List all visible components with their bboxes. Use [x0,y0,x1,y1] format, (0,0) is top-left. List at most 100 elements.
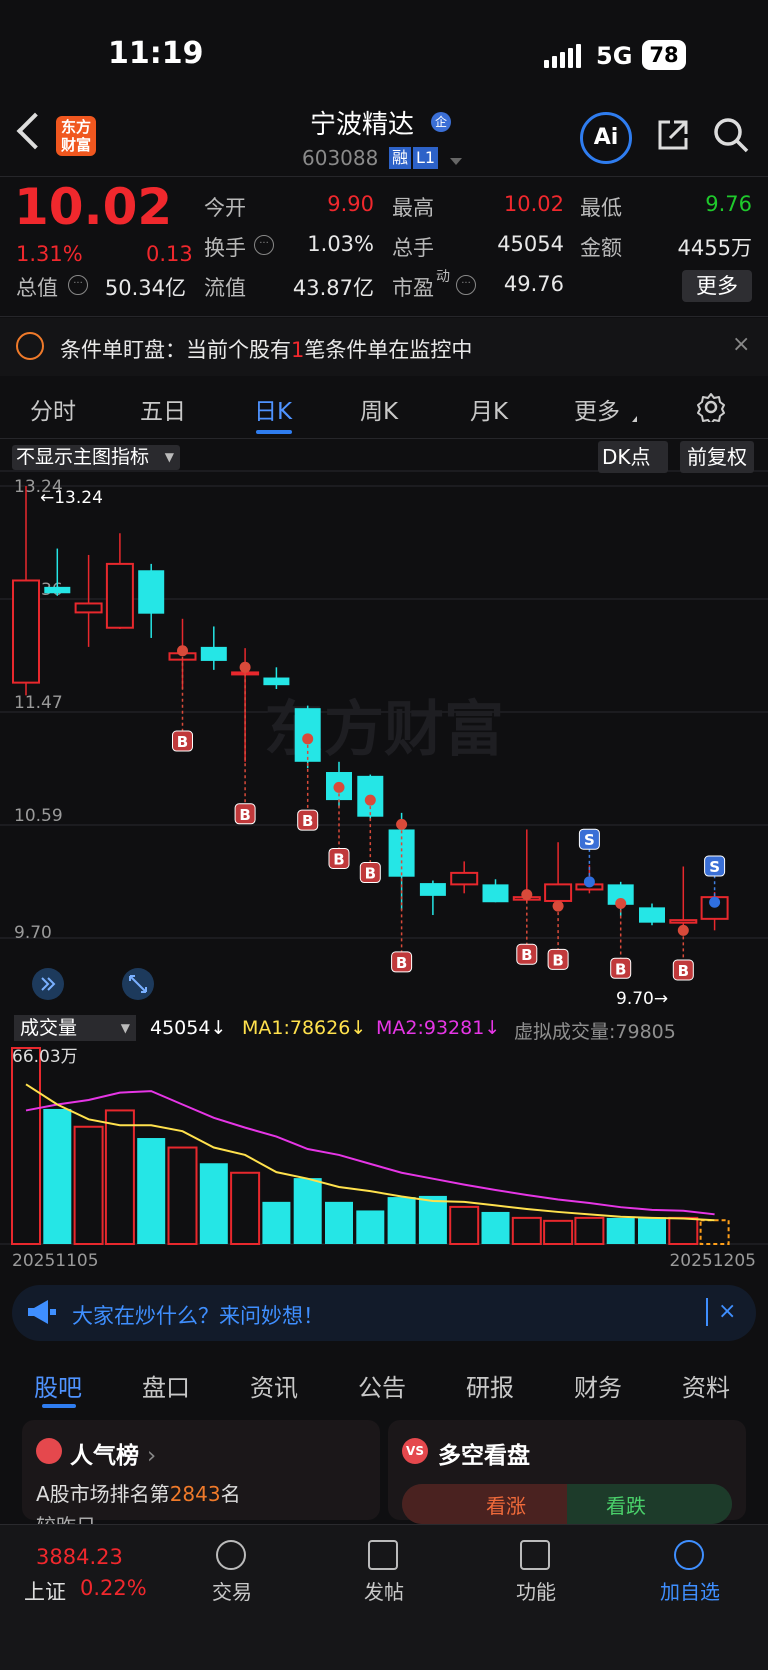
rank-sub: 较昨日 [36,1510,96,1524]
quote-value: 10.02 [503,192,564,216]
nav-item-0[interactable]: 交易 [182,1576,282,1605]
change-amount: 0.13 [146,242,193,266]
quote-label: 流值 [204,276,246,300]
volume-bar [199,1163,228,1244]
quote-value: 50.34亿 [104,276,186,300]
volume-bar [699,1219,730,1245]
volume-bar [43,1108,72,1244]
nav-item-2[interactable]: 功能 [486,1576,586,1605]
rank-icon [36,1438,62,1464]
more-button[interactable]: 更多 [682,270,752,302]
volume-bar [230,1171,261,1246]
marker-label: S [709,858,720,876]
marker-label: B [678,962,689,980]
candlestick-chart[interactable]: 13.2412.3611.4710.599.70东方财富BBBBBBBBSBBS… [0,470,768,1010]
tab-3[interactable]: 周K [360,392,398,426]
candle-body [105,562,134,629]
index-value[interactable]: 3884.23 [36,1545,123,1569]
info-icon[interactable]: ··· [254,235,274,255]
network-type: 5G [596,42,633,70]
clock-icon [16,332,44,360]
volume-bar [11,1047,41,1245]
ma1-legend: MA1:78626↓ [242,1017,367,1039]
bear-side[interactable] [567,1484,732,1524]
info-icon[interactable]: ··· [456,275,476,295]
signal-dot [521,889,533,901]
quote-value: 9.76 [705,192,752,216]
volume-bar [574,1216,605,1245]
y-tick-label: 11.47 [14,693,63,713]
volume-bar [262,1201,291,1244]
content-tab-3[interactable]: 公告 [358,1368,406,1403]
content-tab-1[interactable]: 盘口 [142,1368,190,1403]
content-tab-6[interactable]: 资料 [682,1368,730,1403]
index-name[interactable]: 上证 [24,1576,66,1606]
tab-5[interactable]: 更多 [574,392,620,426]
gear-icon[interactable] [696,392,726,422]
nav-item-3[interactable]: 加自选 [640,1576,740,1605]
content-tab-2[interactable]: 资讯 [250,1368,298,1403]
header-divider [0,176,768,177]
adjust-button[interactable]: 前复权 [680,441,754,473]
index-percent[interactable]: 0.22% [80,1576,147,1600]
share-icon[interactable] [656,118,690,152]
candle-body [263,677,290,686]
close-icon[interactable]: × [732,332,750,357]
content-tab-5[interactable]: 财务 [574,1368,622,1403]
tab-2[interactable]: 日K [254,392,292,426]
chevron-down-icon[interactable] [450,158,462,165]
app-logo: 东方 财富 [56,116,96,156]
volume-bar [73,1125,104,1245]
ask-text: 大家在炒什么？来问妙想！ [72,1304,324,1328]
vs-icon: VS [402,1438,428,1464]
dk-label: DK点 [602,445,651,469]
candle-body [669,919,698,924]
quote-value: 49.76 [503,272,564,296]
volume-selector-label: 成交量 [20,1017,78,1039]
main-indicator-select[interactable]: 不显示主图指标 ▼ [12,445,180,470]
candle-body [450,871,479,886]
nav-item-1[interactable]: 发帖 [334,1576,434,1605]
volume-value: 45054↓ [150,1017,227,1039]
app-logo-text: 东方 财富 [60,118,91,154]
tab-underline [256,430,292,434]
quote-value: 9.90 [327,192,374,216]
virtual-volume: 虚拟成交量:79805 [514,1021,676,1043]
signal-icon [544,44,584,68]
min-price-label: 9.70→ [616,989,668,1009]
tab-1[interactable]: 五日 [140,392,186,426]
candle-body [544,883,573,902]
volume-max-label: 66.03万 [12,1047,78,1067]
marker-label: B [333,850,344,868]
dk-point-button[interactable]: DK点 [598,441,668,473]
pe-superscript: 动 [436,269,450,285]
signal-dot [709,896,721,908]
volume-chart[interactable]: 66.03万 20251105 20251205 [0,1044,768,1274]
signal-dot [302,733,314,745]
bull-side[interactable] [402,1484,567,1524]
close-icon[interactable]: × [718,1299,736,1324]
marker-label: B [365,865,376,883]
volume-indicator-select[interactable]: 成交量 ▼ [14,1015,136,1041]
quote-value: 43.87亿 [292,276,374,300]
rank-text: A股市场排名第2843名 [36,1478,241,1507]
tab-4[interactable]: 月K [470,392,508,426]
back-button[interactable] [16,112,54,150]
quote-label: 今开 [204,196,246,220]
search-icon[interactable] [712,116,750,154]
content-tab-0[interactable]: 股吧 [34,1368,82,1403]
ai-assistant-button[interactable]: Ai [580,112,632,164]
ma2-label: MA2:93281 [376,1017,485,1039]
candle-body [419,883,446,896]
bull-bear-vote[interactable]: 看涨 看跌 [402,1484,732,1524]
nav-icon-trade-icon [216,1540,246,1570]
marker-label: S [584,831,595,849]
quote-divider [0,316,768,317]
quote-value: 45054 [497,232,564,256]
content-tab-4[interactable]: 研报 [466,1368,514,1403]
marker-label: B [396,954,407,972]
info-icon[interactable]: ··· [68,275,88,295]
tab-0[interactable]: 分时 [30,392,76,426]
y-tick-label: 10.59 [14,806,63,826]
caret-icon: ▼ [120,1021,130,1035]
